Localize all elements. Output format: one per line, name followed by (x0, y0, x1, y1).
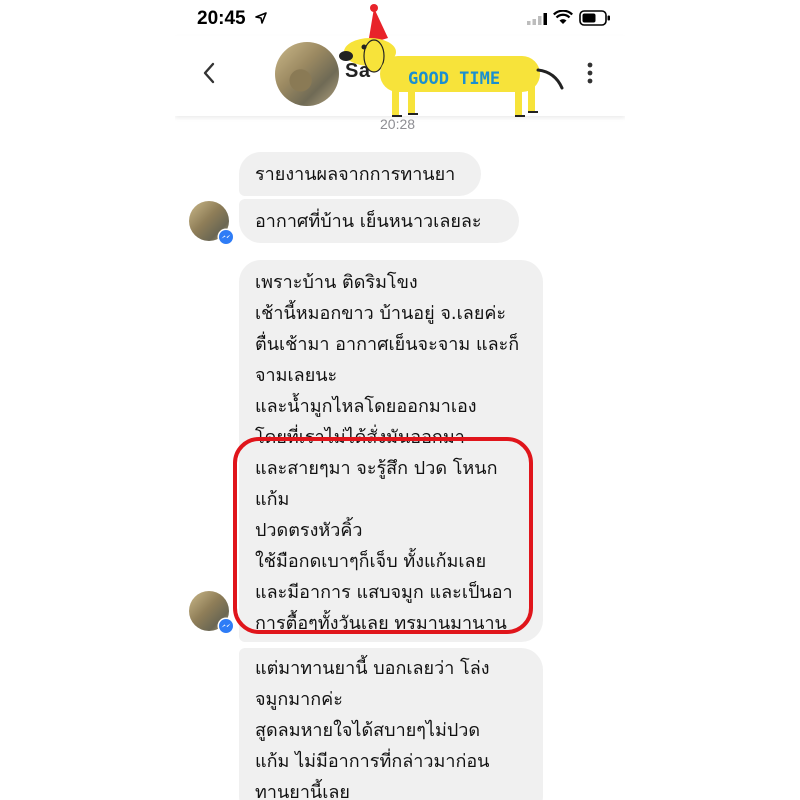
messenger-badge-icon (217, 228, 235, 246)
location-arrow-icon (255, 12, 267, 24)
sticker-text: GOOD TIME (408, 69, 500, 89)
message-bubble[interactable]: อากาศที่บ้าน เย็นหนาวเลยละ (239, 199, 519, 243)
message-timestamp: 20:28 (380, 116, 416, 132)
message-line: จมูกมากค่ะ (255, 689, 343, 710)
message-line: เช้านี้หมอกขาว บ้านอยู่ จ.เลยค่ะ (255, 303, 507, 324)
messenger-badge-icon (217, 617, 235, 635)
more-options-icon[interactable] (585, 60, 595, 86)
chat-screen: 20:45 Sa GOOD TIME 20:28 รายงานผลจากการท… (175, 0, 625, 800)
dog-sticker: GOOD TIME (339, 4, 564, 117)
message-line: และน้ำมูกไหลโดยออกมาเอง (255, 396, 477, 417)
status-time: 20:45 (197, 8, 246, 29)
message-line: ตื่นเช้ามา อากาศเย็นจะจาม และก็ (255, 334, 520, 355)
message-line: จามเลยนะ (255, 365, 338, 386)
message-bubble[interactable]: รายงานผลจากการทานยา (239, 152, 481, 196)
red-highlight-box (233, 437, 533, 634)
message-line: ทานยานี้เลย (255, 782, 350, 800)
message-line: รายงานผลจากการทานยา (255, 164, 456, 185)
message-line: อากาศที่บ้าน เย็นหนาวเลยละ (255, 211, 482, 232)
message-line: สูดลมหายใจได้สบายๆไม่ปวด (255, 720, 481, 741)
message-line: แต่มาทานยานี้ บอกเลยว่า โล่ง (255, 658, 490, 679)
message-line: เพราะบ้าน ติดริมโขง (255, 272, 418, 293)
back-chevron-icon[interactable] (199, 60, 221, 86)
battery-icon (579, 10, 610, 26)
message-bubble[interactable]: แต่มาทานยานี้ บอกเลยว่า โล่ง จมูกมากค่ะ … (239, 648, 543, 800)
message-line: แก้ม ไม่มีอาการที่กล่าวมาก่อน (255, 751, 490, 772)
